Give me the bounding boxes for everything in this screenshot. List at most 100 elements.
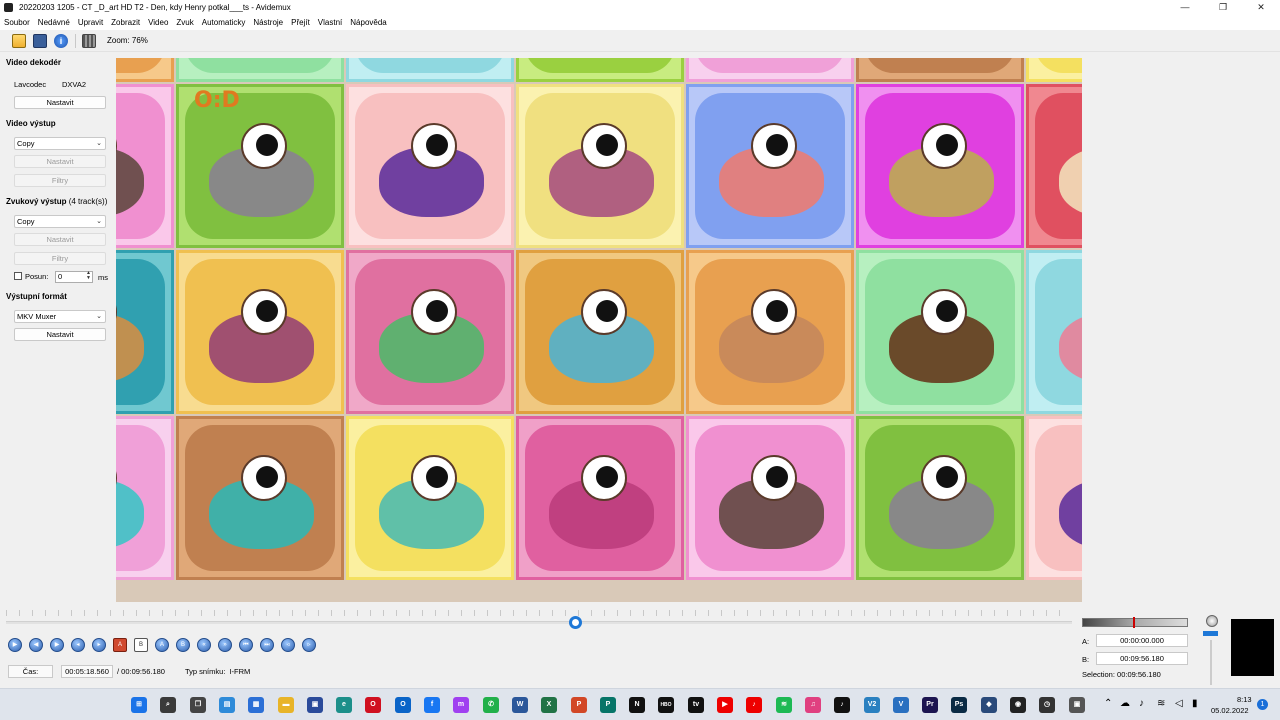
forward-icon[interactable]: ▶ [50,638,64,652]
current-time-field[interactable]: 00:05:18.560 [61,665,113,678]
maximize-button[interactable]: ❐ [1204,0,1242,15]
menu-tools[interactable]: Nástroje [253,18,283,27]
next-frame-icon[interactable]: ▸ [92,638,106,652]
volume-knob-icon[interactable] [1206,615,1218,627]
film-icon[interactable] [82,33,96,48]
left-panel: Video dekodér Lavcodec DXVA2 Nastavit Vi… [0,52,114,602]
menu-audio[interactable]: Zvuk [176,18,193,27]
rewind-icon[interactable]: ◀ [29,638,43,652]
menu-video[interactable]: Video [148,18,168,27]
explorer-icon[interactable]: ▬ [278,697,294,713]
search-icon[interactable]: ⌕ [160,697,176,713]
marker-b-label: B: [1082,655,1090,664]
excel-icon[interactable]: X [541,697,557,713]
clock-app-icon[interactable]: ◷ [1039,697,1055,713]
wifi-icon[interactable]: ≋ [1157,698,1165,709]
menu-custom[interactable]: Vlastní [318,18,342,27]
seek-slider-handle[interactable] [568,616,582,629]
clock-date[interactable]: 05.02.2022 [1211,706,1249,715]
notification-badge[interactable]: 1 [1257,699,1268,710]
obs-icon[interactable]: ◉ [1010,697,1026,713]
clock-time[interactable]: 8:13 [1237,695,1252,704]
spin-arrows-icon[interactable]: ▲ ▼ [86,271,91,281]
menu-edit[interactable]: Upravit [78,18,103,27]
netflix-icon[interactable]: N [629,697,645,713]
shift-value: 0 [58,272,63,281]
info-icon[interactable]: i [54,33,68,48]
play-icon[interactable]: ▶ [8,638,22,652]
tiktok-icon[interactable]: ♪ [834,697,850,713]
audio-configure-button[interactable]: Nastavit [14,233,106,246]
whatsapp-icon[interactable]: ✆ [483,697,499,713]
goto-marker-b-icon[interactable]: B [176,638,190,652]
save-icon[interactable] [33,33,47,48]
itunes-icon[interactable]: ♫ [805,697,821,713]
decoder-configure-button[interactable]: Nastavit [14,96,106,109]
avidemux-icon[interactable]: ▣ [307,697,323,713]
menu-view[interactable]: Zobrazit [111,18,140,27]
marker-a-field[interactable]: 00:00:00.000 [1096,634,1188,647]
youtube-music-icon[interactable]: ♪ [746,697,762,713]
vpn-icon[interactable]: V [893,697,909,713]
muxer-select[interactable]: MKV Muxer ⌄ [14,310,106,323]
muxer-configure-button[interactable]: Nastavit [14,328,106,341]
shift-spinbox[interactable]: 0 ▲ ▼ [55,271,93,283]
next-cut-icon[interactable]: ▹ [302,638,316,652]
menu-file[interactable]: Soubor [4,18,30,27]
video-codec-select[interactable]: Copy ⌄ [14,137,106,150]
outlook-icon[interactable]: O [395,697,411,713]
volume-icon[interactable]: ◁ [1175,698,1183,709]
tray-chevron-icon[interactable]: ⌃ [1104,698,1112,709]
microphone-icon[interactable]: ♪ [1139,698,1144,709]
audio-codec-select[interactable]: Copy ⌄ [14,215,106,228]
shift-checkbox[interactable] [14,272,22,280]
start-icon[interactable]: ⊞ [131,697,147,713]
open-folder-icon[interactable] [12,33,26,48]
photoshop-icon[interactable]: Ps [951,697,967,713]
goto-marker-a-icon[interactable]: A [155,638,169,652]
store-icon[interactable]: ▦ [248,697,264,713]
video-configure-button[interactable]: Nastavit [14,155,106,168]
hbo-go-icon[interactable]: HBO [658,697,674,713]
menu-go[interactable]: Přejít [291,18,310,27]
video-filters-button[interactable]: Filtry [14,174,106,187]
premiere-icon[interactable]: Pr [922,697,938,713]
volume-slider-handle[interactable] [1203,631,1218,636]
marker-b-field[interactable]: 00:09:56.180 [1096,652,1188,665]
battery-icon[interactable]: ▮ [1192,698,1198,709]
messenger-icon[interactable]: m [453,697,469,713]
set-marker-a-icon[interactable]: A [113,638,127,652]
opera-icon[interactable]: O [365,697,381,713]
vegas-icon[interactable]: V2 [864,697,880,713]
prev-cut-icon[interactable]: ◃ [281,638,295,652]
prev-keyframe-icon[interactable]: « [197,638,211,652]
powerpoint-icon[interactable]: P [571,697,587,713]
goto-start-icon[interactable]: ⏮ [239,638,253,652]
audio-filters-button[interactable]: Filtry [14,252,106,265]
close-button[interactable]: ✕ [1242,0,1280,15]
menu-recent[interactable]: Nedávné [38,18,70,27]
publisher-icon[interactable]: P [600,697,616,713]
facebook-icon[interactable]: f [424,697,440,713]
task-view-icon[interactable]: ❐ [190,697,206,713]
minimize-button[interactable]: — [1166,0,1204,15]
animal-tile [1026,250,1082,414]
volume-slider-track[interactable] [1210,640,1212,685]
avidemux-active-icon[interactable]: ▣ [1069,697,1085,713]
menu-auto[interactable]: Automaticky [202,18,246,27]
prev-frame-icon[interactable]: ◂ [71,638,85,652]
video-preview[interactable]: O:D [116,58,1082,602]
word-icon[interactable]: W [512,697,528,713]
apple-tv-icon[interactable]: tv [688,697,704,713]
spotify-icon[interactable]: ≋ [776,697,792,713]
set-marker-b-icon[interactable]: B [134,638,148,652]
youtube-icon[interactable]: ▶ [717,697,733,713]
menu-help[interactable]: Nápověda [350,18,386,27]
goto-end-icon[interactable]: ⏭ [260,638,274,652]
app-a-icon[interactable]: ◆ [981,697,997,713]
edge-icon[interactable]: e [336,697,352,713]
cloud-icon[interactable]: ☁ [1120,698,1130,709]
widgets-icon[interactable]: ▤ [219,697,235,713]
timeline-track[interactable] [6,621,1072,624]
next-keyframe-icon[interactable]: » [218,638,232,652]
